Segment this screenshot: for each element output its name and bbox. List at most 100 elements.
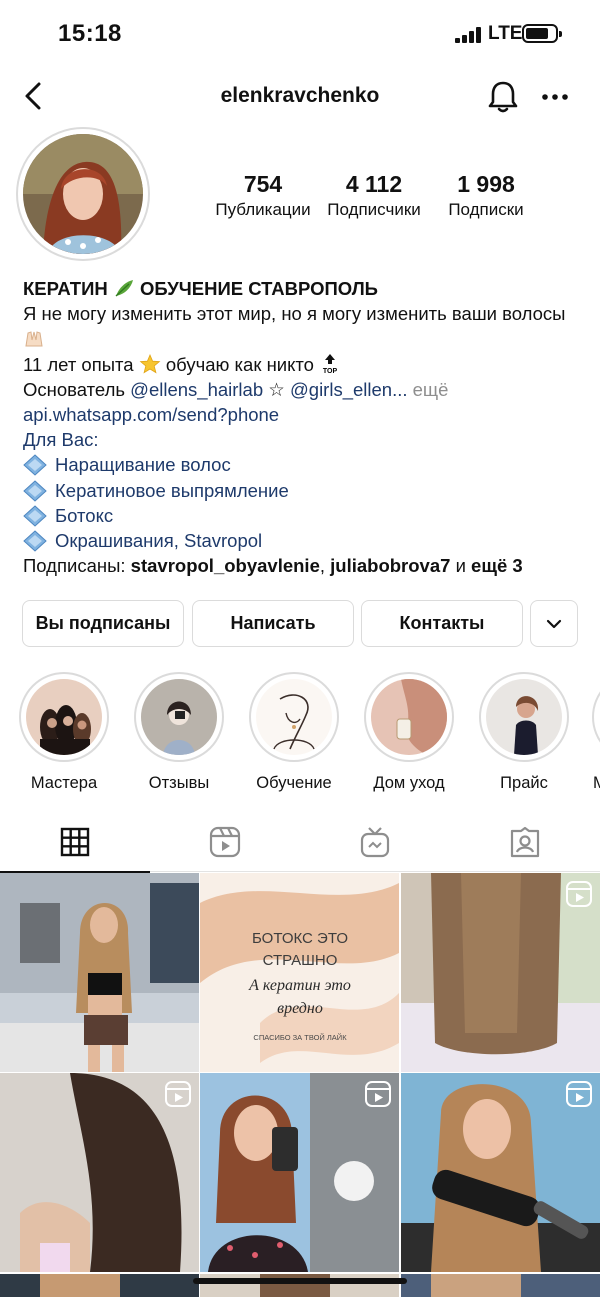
stat-following-label: Подписки [448,200,524,219]
stat-following[interactable]: 1 998 Подписки [432,170,540,222]
signal-icon [455,27,483,43]
bio-service-item: Окрашивания, Stavropol [23,528,583,553]
stat-posts-value: 754 [243,171,283,197]
post-text-line: БОТОКС ЭТО [252,930,348,947]
highlight-label: Мастера [30,774,98,792]
tab-tagged[interactable] [450,812,600,872]
followed-user-1: stavropol_obyavlenie [130,555,320,577]
bio-line-1: Я не могу изменить этот мир, но я могу и… [23,301,583,351]
profile-bio: КЕРАТИН ОБУЧЕНИЕ СТАВРОПОЛЬ Я не могу из… [23,276,583,578]
mention-girls-ellen[interactable]: @girls_ellen... [290,379,408,400]
diamond-icon [23,505,47,527]
profile-stats: 754 Публикации 4 112 Подписчики 1 998 По… [200,170,540,230]
highlight-label: Обучение [256,774,332,792]
followed-by-prefix: Подписаны: [23,555,126,577]
star-icon [139,353,161,374]
post-thumbnail[interactable] [0,873,199,1072]
star-outline-icon: ☆ [268,378,285,400]
post-text-line: СТРАШНО [263,952,338,969]
bio-website-link[interactable]: api.whatsapp.com/send?phone [23,402,583,427]
bio-line-2a: 11 лет опыта [23,353,134,375]
post-text-line: вредно [277,1000,323,1017]
stat-followers-label: Подписчики [327,200,421,219]
highlight-training[interactable]: Обучение [246,672,342,793]
followed-separator: , [319,555,325,577]
stat-posts-label: Публикации [215,200,311,219]
igtv-icon [360,827,390,858]
message-button[interactable]: Написать [192,600,354,647]
top-arrow-icon: TOP [323,353,338,374]
bio-for-you: Для Вас: [23,429,99,451]
post-thumbnail[interactable] [401,873,600,1072]
highlight-label: Дом уход [373,774,445,792]
highlight-label: Отзывы [148,774,210,792]
following-button[interactable]: Вы подписаны [22,600,184,647]
home-indicator[interactable] [193,1278,407,1284]
followed-by-line[interactable]: Подписаны: stavropol_obyavlenie, juliabo… [23,553,583,578]
stat-followers[interactable]: 4 112 Подписчики [318,170,430,222]
post-thumbnail[interactable] [0,1274,199,1297]
post-thumbnail[interactable]: БОТОКС ЭТО СТРАШНО А кератин это вредно … [200,873,399,1072]
diamond-icon [23,454,47,477]
highlight-reviews[interactable]: Отзывы [131,672,227,793]
bell-icon[interactable] [484,78,522,116]
tagged-icon [510,826,540,858]
diamond-icon [23,530,47,552]
reel-badge-icon [566,1081,592,1107]
bio-service-item: Ботокс [23,503,583,528]
tab-grid[interactable] [0,812,150,873]
profile-header: elenkravchenko [0,68,600,126]
reel-badge-icon [365,1081,391,1107]
profile-name-part1: КЕРАТИН [23,278,108,299]
followed-and: и [455,555,466,577]
stat-followers-value: 4 112 [345,171,403,197]
more-icon[interactable] [540,82,570,112]
chevron-down-icon [546,619,562,628]
bio-service-label: Окрашивания, Stavropol [55,530,263,552]
bio-service-label: Ботокс [55,504,114,526]
mention-ellens-hairlab[interactable]: @ellens_hairlab [130,379,263,400]
highlight-label: М [593,774,600,792]
raised-hands-icon [25,331,43,347]
followed-user-2: juliabobrova7 [330,555,451,577]
bio-line-2b: обучаю как никто [165,353,314,375]
bio-more-link[interactable]: ещё [413,379,449,400]
post-thumbnail[interactable] [0,1073,199,1272]
highlight-label: Прайс [500,774,548,792]
post-text-line: А кератин это [248,977,351,994]
reel-badge-icon [165,1081,191,1107]
post-thumbnail[interactable] [401,1073,600,1272]
herb-icon [115,280,133,297]
post-thumbnail[interactable] [200,1073,399,1272]
status-bar: 15:18 LTE [0,0,600,68]
highlight-partial[interactable]: М [588,672,600,793]
contacts-button[interactable]: Контакты [361,600,523,647]
bio-line-2: 11 лет опыта обучаю как никто TOP [23,352,583,377]
profile-name-part2: ОБУЧЕНИЕ СТАВРОПОЛЬ [140,278,378,299]
highlight-masters[interactable]: Мастера [16,672,112,793]
highlight-cover [371,679,447,755]
bio-service-label: Кератиновое выпрямление [55,479,289,501]
bio-service-label: Наращивание волос [55,454,231,476]
highlight-cover [26,679,102,755]
reel-badge-icon [566,881,592,907]
svg-text:TOP: TOP [323,368,338,374]
bio-founder-line: Основатель @ellens_hairlab ☆ @girls_elle… [23,377,583,402]
highlight-price[interactable]: Прайс [476,672,572,793]
tab-reels[interactable] [150,812,300,872]
reels-icon [209,826,241,858]
highlight-home-care[interactable]: Дом уход [361,672,457,793]
tab-igtv[interactable] [300,812,450,872]
highlight-cover [141,679,217,755]
profile-name: КЕРАТИН ОБУЧЕНИЕ СТАВРОПОЛЬ [23,276,583,301]
bio-service-item: Кератиновое выпрямление [23,478,583,503]
bio-line-1-text: Я не могу изменить этот мир, но я могу и… [23,303,566,325]
network-label: LTE [488,23,523,44]
suggested-dropdown-button[interactable] [530,600,578,647]
stat-posts[interactable]: 754 Публикации [208,170,318,222]
bio-founder-prefix: Основатель [23,378,126,400]
profile-avatar[interactable] [16,127,150,261]
highlight-cover [486,679,562,755]
status-time: 15:18 [58,20,122,47]
post-thumbnail[interactable] [401,1274,600,1297]
